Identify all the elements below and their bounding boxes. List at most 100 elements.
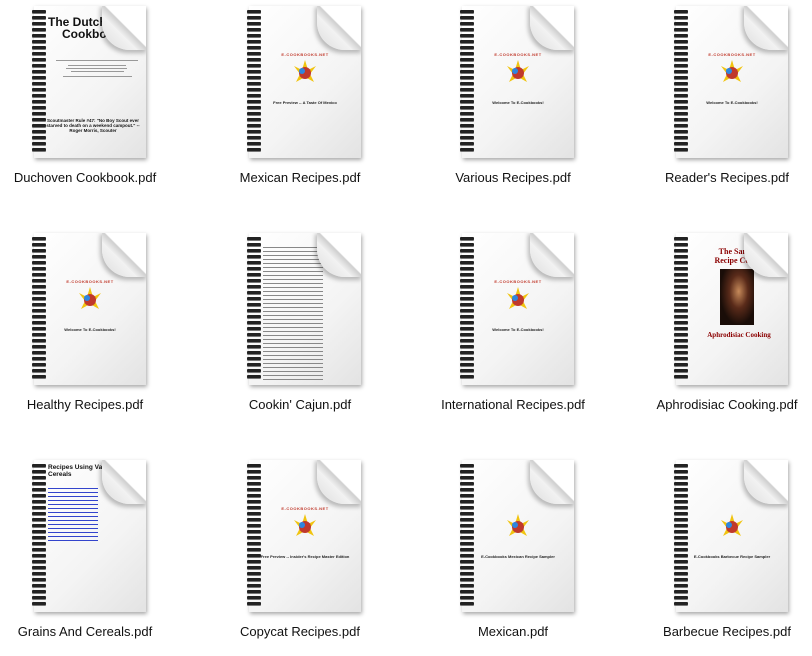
pdf-thumbnail[interactable] (239, 233, 361, 387)
binding-ring (674, 548, 688, 551)
binding-ring (674, 261, 688, 264)
binding-ring (32, 584, 46, 587)
binding-ring (32, 291, 46, 294)
file-name[interactable]: Barbecue Recipes.pdf (617, 624, 812, 639)
binding-ring (247, 291, 261, 294)
binding-ring (674, 28, 688, 31)
binding-ring (460, 243, 474, 246)
pdf-page-preview (249, 233, 361, 385)
preview-heading: Free Preview -- A Taste Of Mexico (273, 100, 337, 105)
pdf-thumbnail[interactable]: E-Cookbooks Mexican Recipe Sampler (452, 460, 574, 614)
binding-ring (674, 333, 688, 336)
binding-ring (32, 542, 46, 545)
binding-ring (674, 118, 688, 121)
binding-ring (32, 28, 46, 31)
pdf-thumbnail[interactable]: Recipes Using Various Grain Cereals (24, 460, 146, 614)
pdf-thumbnail[interactable]: E-Cookbooks Barbecue Recipe Sampler (666, 460, 788, 614)
binding-ring (460, 249, 474, 252)
binding-ring (32, 566, 46, 569)
binding-ring (247, 273, 261, 276)
file-name[interactable]: Reader's Recipes.pdf (617, 170, 812, 185)
file-item[interactable]: E-COOKBOOKS.NET Free Preview -- A Taste … (200, 0, 400, 220)
pdf-thumbnail[interactable]: E-COOKBOOKS.NET Free Preview -- Insider'… (239, 460, 361, 614)
binding-ring (247, 369, 261, 372)
binding-ring (460, 500, 474, 503)
binding-ring (460, 291, 474, 294)
pdf-thumbnail[interactable]: E-COOKBOOKS.NET Welcome To E-Cookbooks! (452, 233, 574, 387)
file-name[interactable]: Mexican.pdf (403, 624, 623, 639)
binding-ring (247, 303, 261, 306)
cookbook-logo-icon (294, 60, 316, 82)
binding-ring (674, 339, 688, 342)
binding-ring (32, 88, 46, 91)
binding-ring (247, 560, 261, 563)
binding-ring (460, 375, 474, 378)
binding-rings (460, 237, 474, 385)
file-item[interactable]: Cookin' Cajun.pdf (200, 227, 400, 447)
binding-ring (247, 34, 261, 37)
binding-ring (460, 148, 474, 151)
preview-list (263, 247, 323, 383)
file-item[interactable]: E-COOKBOOKS.NET Free Preview -- Insider'… (200, 454, 400, 656)
pdf-page-preview: E-COOKBOOKS.NET Welcome To E-Cookbooks! (462, 233, 574, 385)
binding-ring (674, 351, 688, 354)
file-name[interactable]: Various Recipes.pdf (403, 170, 623, 185)
file-item[interactable]: Recipes Using Various Grain Cereals Grain… (0, 454, 185, 656)
binding-rings (247, 10, 261, 158)
pdf-thumbnail[interactable]: The Santess Recipe Collect Aphrodisiac Co… (666, 233, 788, 387)
file-name[interactable]: Duchoven Cookbook.pdf (0, 170, 195, 185)
pdf-page-preview: The Dutch O Cookbook Scoutmaster Rule #47… (34, 6, 146, 158)
file-name[interactable]: Mexican Recipes.pdf (190, 170, 410, 185)
binding-ring (460, 297, 474, 300)
page-curl (317, 460, 361, 504)
file-item[interactable]: E-COOKBOOKS.NET Welcome To E-Cookbooks! … (413, 227, 613, 447)
binding-ring (247, 16, 261, 19)
binding-ring (32, 16, 46, 19)
file-name[interactable]: International Recipes.pdf (403, 397, 623, 412)
preview-quote: Scoutmaster Rule #47: "No Boy Scout ever… (46, 118, 140, 133)
file-name[interactable]: Copycat Recipes.pdf (190, 624, 410, 639)
binding-ring (247, 506, 261, 509)
binding-ring (674, 476, 688, 479)
binding-rings (247, 464, 261, 612)
binding-ring (247, 351, 261, 354)
file-item[interactable]: The Santess Recipe Collect Aphrodisiac Co… (627, 227, 812, 447)
binding-rings (674, 237, 688, 385)
binding-ring (674, 46, 688, 49)
binding-ring (460, 488, 474, 491)
page-curl (102, 460, 146, 504)
pdf-thumbnail[interactable]: E-COOKBOOKS.NET Welcome To E-Cookbooks! (24, 233, 146, 387)
binding-ring (32, 548, 46, 551)
pdf-thumbnail[interactable]: E-COOKBOOKS.NET Welcome To E-Cookbooks! (666, 6, 788, 160)
binding-ring (460, 339, 474, 342)
binding-ring (247, 590, 261, 593)
preview-heading: E-Cookbooks Barbecue Recipe Sampler (693, 554, 771, 559)
binding-ring (460, 536, 474, 539)
binding-ring (674, 34, 688, 37)
pdf-thumbnail[interactable]: The Dutch O Cookbook Scoutmaster Rule #47… (24, 6, 146, 160)
binding-ring (460, 482, 474, 485)
binding-ring (674, 590, 688, 593)
binding-ring (460, 28, 474, 31)
binding-ring (674, 124, 688, 127)
binding-ring (247, 315, 261, 318)
file-name[interactable]: Grains And Cereals.pdf (0, 624, 195, 639)
binding-ring (674, 40, 688, 43)
file-item[interactable]: The Dutch O Cookbook Scoutmaster Rule #47… (0, 0, 185, 220)
pdf-thumbnail[interactable]: E-COOKBOOKS.NET Welcome To E-Cookbooks! (452, 6, 574, 160)
file-name[interactable]: Healthy Recipes.pdf (0, 397, 195, 412)
binding-ring (460, 351, 474, 354)
binding-ring (460, 470, 474, 473)
binding-ring (247, 279, 261, 282)
file-item[interactable]: E-Cookbooks Mexican Recipe Sampler Mexic… (413, 454, 613, 656)
pdf-thumbnail[interactable]: E-COOKBOOKS.NET Free Preview -- A Taste … (239, 6, 361, 160)
file-item[interactable]: E-COOKBOOKS.NET Welcome To E-Cookbooks! … (0, 227, 185, 447)
file-name[interactable]: Cookin' Cajun.pdf (190, 397, 410, 412)
file-item[interactable]: E-COOKBOOKS.NET Welcome To E-Cookbooks! … (627, 0, 812, 220)
file-item[interactable]: E-COOKBOOKS.NET Welcome To E-Cookbooks! … (413, 0, 613, 220)
binding-ring (674, 494, 688, 497)
file-name[interactable]: Aphrodisiac Cooking.pdf (617, 397, 812, 412)
file-item[interactable]: E-Cookbooks Barbecue Recipe Sampler Barb… (627, 454, 812, 656)
binding-ring (674, 488, 688, 491)
binding-ring (247, 10, 261, 13)
